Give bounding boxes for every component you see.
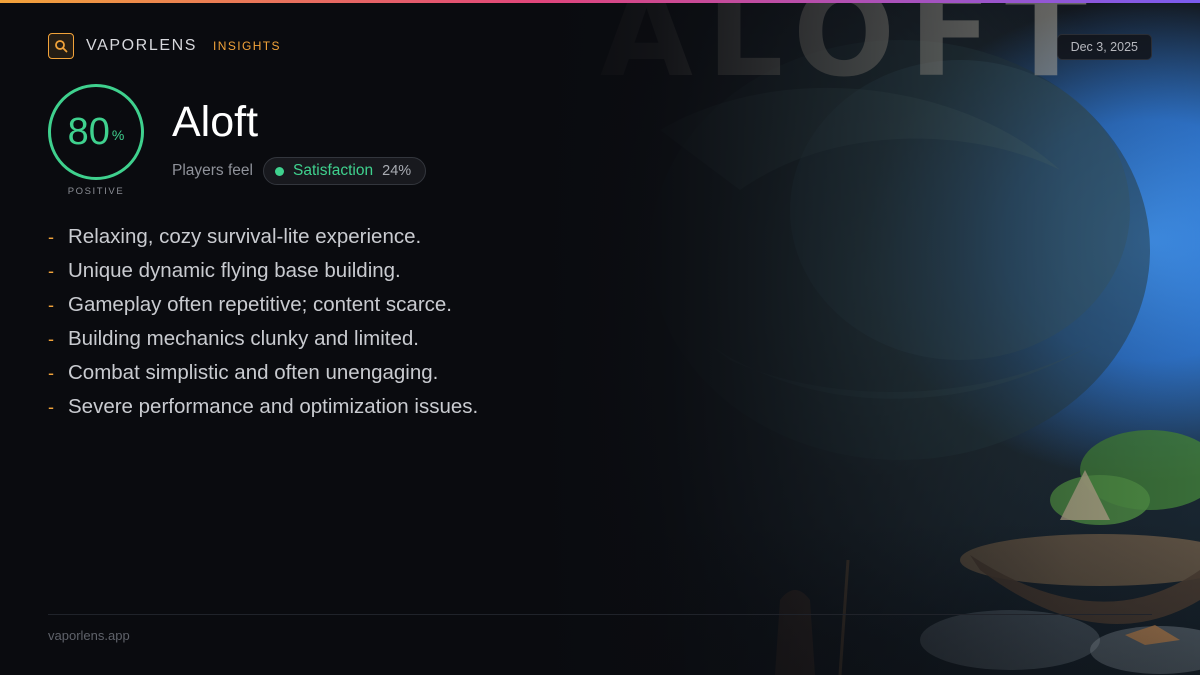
footer-url: vaporlens.app xyxy=(48,628,130,643)
sentiment-pill: Satisfaction 24% xyxy=(262,157,427,185)
dash-icon: - xyxy=(48,226,54,247)
key-point-text: Unique dynamic flying base building. xyxy=(68,259,401,282)
key-point: - Severe performance and optimization iss… xyxy=(48,390,478,424)
key-point: - Unique dynamic flying base building. xyxy=(48,254,478,288)
key-point-text: Severe performance and optimization issu… xyxy=(68,395,479,418)
key-point-text: Gameplay often repetitive; content scarc… xyxy=(68,293,453,316)
key-point-text: Combat simplistic and often unengaging. xyxy=(68,361,439,384)
dash-icon: - xyxy=(48,396,54,417)
sentiment-label: Satisfaction xyxy=(292,162,374,179)
score-value: 80 % xyxy=(48,84,144,180)
sentiment-prefix: Players feel xyxy=(172,162,253,179)
game-title: Aloft xyxy=(172,98,259,146)
key-point: - Combat simplistic and often unengaging. xyxy=(48,356,478,390)
score-ring: 80 % xyxy=(48,84,144,180)
brand: VAPORLENS INSIGHTS xyxy=(48,33,281,59)
score-unit: % xyxy=(111,127,125,143)
footer-divider xyxy=(48,614,1152,615)
key-points-list: - Relaxing, cozy survival-lite experience… xyxy=(48,220,478,424)
artwork-fade-bottom xyxy=(540,520,1200,675)
date-badge: Dec 3, 2025 xyxy=(1056,34,1152,60)
score-number: 80 xyxy=(67,110,110,153)
top-accent-bar xyxy=(0,0,1200,3)
sentiment-percent: 24% xyxy=(382,163,412,179)
dash-icon: - xyxy=(48,362,54,383)
key-point-text: Relaxing, cozy survival-lite experience. xyxy=(68,225,422,248)
sentiment-row: Players feel Satisfaction 24% xyxy=(172,157,427,185)
search-icon xyxy=(48,33,74,59)
key-point: - Gameplay often repetitive; content scar… xyxy=(48,288,478,322)
key-point: - Building mechanics clunky and limited. xyxy=(48,322,478,356)
key-point: - Relaxing, cozy survival-lite experience… xyxy=(48,220,478,254)
brand-name: VAPORLENS xyxy=(86,37,198,54)
sentiment-dot-icon xyxy=(274,166,284,176)
key-point-text: Building mechanics clunky and limited. xyxy=(68,327,419,350)
dash-icon: - xyxy=(48,294,54,315)
score-caption: POSITIVE xyxy=(67,186,125,197)
brand-tag: INSIGHTS xyxy=(213,39,281,53)
dash-icon: - xyxy=(48,260,54,281)
dash-icon: - xyxy=(48,328,54,349)
